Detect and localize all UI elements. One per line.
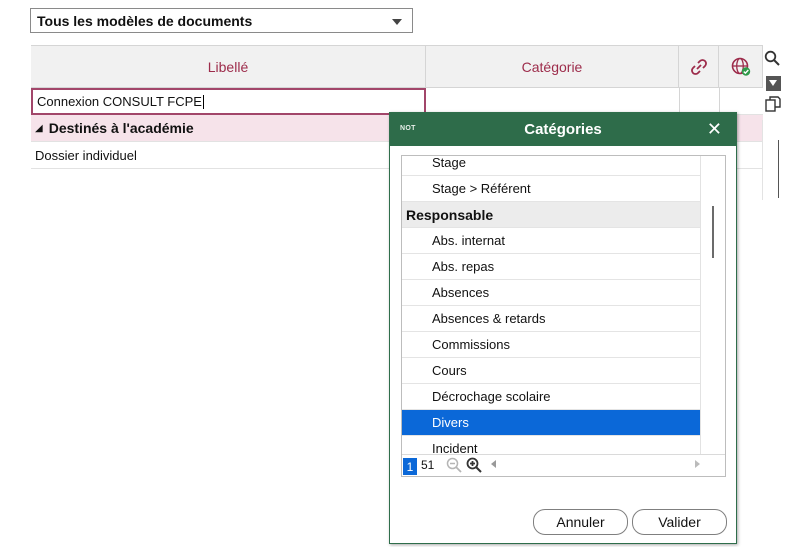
scroll-right-arrow-icon[interactable] xyxy=(695,460,700,468)
category-item[interactable]: Décrochage scolaire xyxy=(402,384,700,410)
filter-label: Tous les modèles de documents xyxy=(37,12,253,29)
libelle-input[interactable]: Connexion CONSULT FCPE xyxy=(31,88,426,115)
libelle-input-value: Connexion CONSULT FCPE xyxy=(37,94,202,109)
column-header-categorie[interactable]: Catégorie xyxy=(426,45,679,88)
group-label: Destinés à l'académie xyxy=(48,120,194,136)
dialog-tag: NOT xyxy=(400,125,416,132)
list-scrollbar-thumb[interactable] xyxy=(712,206,714,258)
list-scrollbar[interactable] xyxy=(700,156,725,454)
column-divider xyxy=(719,88,720,115)
page-number[interactable]: 1 xyxy=(403,458,417,475)
column-header-link[interactable] xyxy=(679,45,719,88)
grid-scrollbar[interactable] xyxy=(762,120,787,200)
category-item[interactable]: Abs. repas xyxy=(402,254,700,280)
category-group-header[interactable]: Responsable xyxy=(402,202,700,228)
edit-row: Connexion CONSULT FCPE xyxy=(31,88,763,115)
categories-list: Stage Stage > Référent Responsable Abs. int… xyxy=(401,155,726,477)
column-header-libelle[interactable]: Libellé xyxy=(31,45,426,88)
category-item[interactable]: Commissions xyxy=(402,332,700,358)
category-item[interactable]: Stage xyxy=(402,156,700,176)
scroll-left-arrow-icon[interactable] xyxy=(491,460,496,468)
list-pager: 1 51 xyxy=(402,454,725,476)
item-count: 51 xyxy=(421,458,435,472)
category-item[interactable]: Abs. internat xyxy=(402,228,700,254)
validate-button[interactable]: Valider xyxy=(632,509,727,535)
globe-check-icon xyxy=(731,57,750,76)
chevron-down-icon[interactable] xyxy=(392,19,402,25)
category-item[interactable]: Absences & retards xyxy=(402,306,700,332)
categories-dialog: NOT Catégories ✕ Stage Stage > Référent Re… xyxy=(389,112,737,544)
cancel-button[interactable]: Annuler xyxy=(533,509,628,535)
text-caret xyxy=(202,94,204,109)
category-item[interactable]: Divers xyxy=(402,410,700,436)
grid-scrollbar-thumb[interactable] xyxy=(778,140,779,198)
close-icon[interactable]: ✕ xyxy=(707,119,722,140)
column-divider xyxy=(679,88,680,115)
row-label: Dossier individuel xyxy=(35,147,137,163)
dialog-header: NOT Catégories ✕ xyxy=(390,113,736,146)
category-item[interactable]: Cours xyxy=(402,358,700,384)
category-item[interactable]: Stage > Référent xyxy=(402,176,700,202)
document-model-filter[interactable]: Tous les modèles de documents xyxy=(30,8,413,33)
category-item[interactable]: Absences xyxy=(402,280,700,306)
copy-icon[interactable] xyxy=(764,95,782,113)
zoom-in-icon[interactable] xyxy=(466,457,482,473)
column-header-web[interactable] xyxy=(719,45,763,88)
link-icon xyxy=(690,58,707,75)
dialog-title: Catégories xyxy=(524,121,602,138)
dropdown-arrow-icon[interactable] xyxy=(766,76,781,91)
zoom-out-icon[interactable] xyxy=(446,457,462,473)
search-icon[interactable] xyxy=(764,50,780,66)
collapse-triangle-icon[interactable]: ◢ xyxy=(35,123,43,134)
